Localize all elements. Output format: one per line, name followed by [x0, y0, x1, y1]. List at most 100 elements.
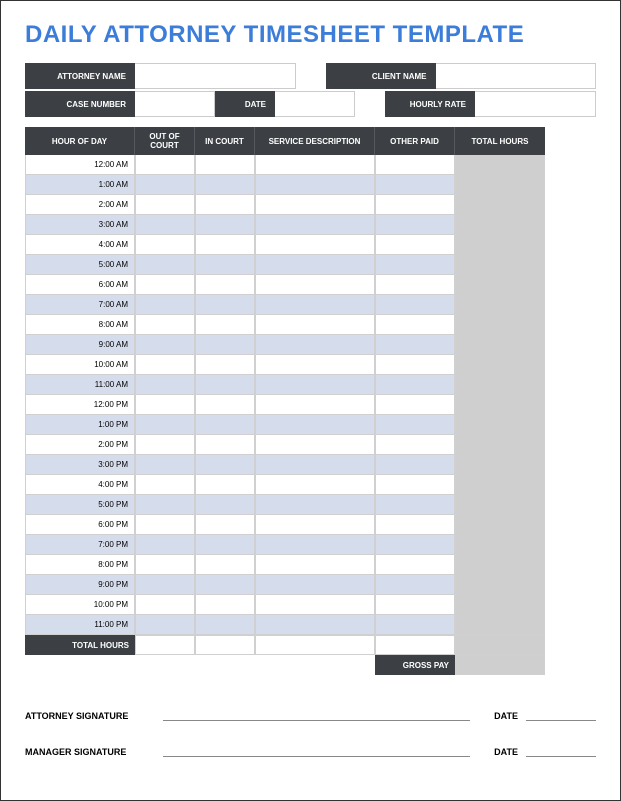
other-paid-cell[interactable] [375, 435, 455, 455]
service-cell[interactable] [255, 535, 375, 555]
out-of-court-cell[interactable] [135, 495, 195, 515]
other-paid-cell[interactable] [375, 455, 455, 475]
out-of-court-cell[interactable] [135, 415, 195, 435]
attorney-date-line[interactable] [526, 707, 596, 721]
in-court-cell[interactable] [195, 515, 255, 535]
out-of-court-cell[interactable] [135, 375, 195, 395]
in-court-cell[interactable] [195, 235, 255, 255]
in-court-cell[interactable] [195, 295, 255, 315]
out-of-court-cell[interactable] [135, 615, 195, 635]
in-court-cell[interactable] [195, 335, 255, 355]
in-court-cell[interactable] [195, 495, 255, 515]
out-of-court-cell[interactable] [135, 535, 195, 555]
out-of-court-cell[interactable] [135, 475, 195, 495]
service-cell[interactable] [255, 295, 375, 315]
in-court-cell[interactable] [195, 275, 255, 295]
other-paid-cell[interactable] [375, 175, 455, 195]
other-paid-cell[interactable] [375, 235, 455, 255]
in-court-cell[interactable] [195, 475, 255, 495]
in-court-cell[interactable] [195, 355, 255, 375]
service-cell[interactable] [255, 255, 375, 275]
out-of-court-cell[interactable] [135, 235, 195, 255]
service-cell[interactable] [255, 615, 375, 635]
other-paid-cell[interactable] [375, 555, 455, 575]
service-cell[interactable] [255, 575, 375, 595]
in-court-cell[interactable] [195, 575, 255, 595]
service-cell[interactable] [255, 515, 375, 535]
service-cell[interactable] [255, 455, 375, 475]
out-of-court-cell[interactable] [135, 335, 195, 355]
in-court-cell[interactable] [195, 175, 255, 195]
service-cell[interactable] [255, 495, 375, 515]
out-of-court-cell[interactable] [135, 355, 195, 375]
out-of-court-cell[interactable] [135, 395, 195, 415]
service-cell[interactable] [255, 275, 375, 295]
service-cell[interactable] [255, 555, 375, 575]
in-court-cell[interactable] [195, 375, 255, 395]
service-cell[interactable] [255, 235, 375, 255]
in-court-cell[interactable] [195, 535, 255, 555]
service-cell[interactable] [255, 415, 375, 435]
in-court-cell[interactable] [195, 615, 255, 635]
out-of-court-cell[interactable] [135, 555, 195, 575]
service-cell[interactable] [255, 155, 375, 175]
out-of-court-cell[interactable] [135, 255, 195, 275]
other-paid-cell[interactable] [375, 255, 455, 275]
out-of-court-cell[interactable] [135, 175, 195, 195]
other-paid-cell[interactable] [375, 535, 455, 555]
in-court-cell[interactable] [195, 195, 255, 215]
other-paid-cell[interactable] [375, 215, 455, 235]
other-paid-cell[interactable] [375, 515, 455, 535]
other-paid-cell[interactable] [375, 335, 455, 355]
service-cell[interactable] [255, 475, 375, 495]
other-paid-cell[interactable] [375, 195, 455, 215]
attorney-signature-line[interactable] [163, 707, 470, 721]
service-cell[interactable] [255, 355, 375, 375]
other-paid-cell[interactable] [375, 315, 455, 335]
other-paid-cell[interactable] [375, 375, 455, 395]
in-court-cell[interactable] [195, 215, 255, 235]
out-of-court-cell[interactable] [135, 315, 195, 335]
in-court-cell[interactable] [195, 315, 255, 335]
service-cell[interactable] [255, 195, 375, 215]
out-of-court-cell[interactable] [135, 435, 195, 455]
other-paid-cell[interactable] [375, 475, 455, 495]
service-cell[interactable] [255, 175, 375, 195]
in-court-cell[interactable] [195, 555, 255, 575]
other-paid-cell[interactable] [375, 155, 455, 175]
service-cell[interactable] [255, 335, 375, 355]
other-paid-cell[interactable] [375, 415, 455, 435]
service-cell[interactable] [255, 375, 375, 395]
in-court-cell[interactable] [195, 455, 255, 475]
out-of-court-cell[interactable] [135, 515, 195, 535]
other-paid-cell[interactable] [375, 615, 455, 635]
out-of-court-cell[interactable] [135, 275, 195, 295]
other-paid-cell[interactable] [375, 395, 455, 415]
in-court-cell[interactable] [195, 155, 255, 175]
other-paid-cell[interactable] [375, 275, 455, 295]
other-paid-cell[interactable] [375, 355, 455, 375]
service-cell[interactable] [255, 215, 375, 235]
in-court-cell[interactable] [195, 255, 255, 275]
in-court-cell[interactable] [195, 595, 255, 615]
out-of-court-cell[interactable] [135, 575, 195, 595]
in-court-cell[interactable] [195, 415, 255, 435]
service-cell[interactable] [255, 435, 375, 455]
out-of-court-cell[interactable] [135, 295, 195, 315]
in-court-cell[interactable] [195, 395, 255, 415]
hourly-rate-field[interactable] [475, 91, 596, 117]
in-court-cell[interactable] [195, 435, 255, 455]
out-of-court-cell[interactable] [135, 155, 195, 175]
other-paid-cell[interactable] [375, 595, 455, 615]
manager-date-line[interactable] [526, 743, 596, 757]
other-paid-cell[interactable] [375, 495, 455, 515]
service-cell[interactable] [255, 595, 375, 615]
case-number-field[interactable] [135, 91, 215, 117]
other-paid-cell[interactable] [375, 295, 455, 315]
out-of-court-cell[interactable] [135, 215, 195, 235]
out-of-court-cell[interactable] [135, 595, 195, 615]
client-name-field[interactable] [436, 63, 597, 89]
attorney-name-field[interactable] [135, 63, 296, 89]
out-of-court-cell[interactable] [135, 455, 195, 475]
out-of-court-cell[interactable] [135, 195, 195, 215]
